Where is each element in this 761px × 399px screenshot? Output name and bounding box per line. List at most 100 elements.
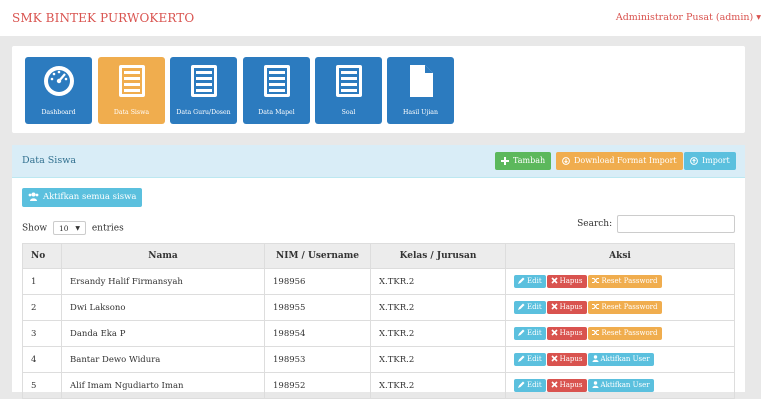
edit-label: Edit bbox=[527, 329, 542, 337]
import-label: Import bbox=[702, 156, 730, 165]
cell-kelas: X.TKR.2 bbox=[370, 372, 506, 399]
column-header-no[interactable]: No bbox=[22, 243, 62, 269]
close-icon bbox=[551, 329, 558, 336]
pencil-icon bbox=[518, 355, 525, 362]
close-icon bbox=[551, 381, 558, 388]
cell-aksi: Edit Hapus Reset Password bbox=[505, 320, 735, 347]
edit-button[interactable]: Edit bbox=[514, 353, 546, 366]
column-header-nama[interactable]: Nama bbox=[61, 243, 265, 269]
list-icon bbox=[336, 65, 362, 97]
cell-kelas: X.TKR.2 bbox=[370, 268, 506, 295]
random-icon bbox=[591, 277, 599, 284]
hapus-button[interactable]: Hapus bbox=[546, 275, 587, 288]
brand-title[interactable]: SMK BINTEK PURWOKERTO bbox=[12, 11, 194, 25]
download-circle-icon bbox=[562, 157, 570, 165]
cell-nim: 198956 bbox=[264, 268, 371, 295]
panel-title: Data Siswa bbox=[22, 155, 76, 166]
close-icon bbox=[551, 355, 558, 362]
cell-no: 4 bbox=[22, 346, 62, 373]
menu-panel: Dashboard Data Siswa Data Guru/Dosen Dat… bbox=[12, 46, 745, 133]
edit-button[interactable]: Edit bbox=[514, 327, 546, 340]
tambah-label: Tambah bbox=[513, 156, 546, 165]
column-header-nim[interactable]: NIM / Username bbox=[264, 243, 371, 269]
hapus-button[interactable]: Hapus bbox=[546, 353, 587, 366]
aktifkan-user-button[interactable]: Aktifkan User bbox=[587, 353, 654, 366]
tile-data-guru-dosen[interactable]: Data Guru/Dosen bbox=[170, 57, 237, 124]
user-menu[interactable]: Administrator Pusat (admin) ▾ bbox=[616, 12, 761, 23]
cell-nama: Danda Eka P bbox=[61, 320, 265, 347]
user-icon bbox=[592, 381, 599, 388]
tile-label: Data Guru/Dosen bbox=[176, 109, 231, 116]
cell-no: 1 bbox=[22, 268, 62, 295]
edit-button[interactable]: Edit bbox=[514, 379, 546, 392]
cell-aksi: Edit Hapus Reset Password bbox=[505, 294, 735, 321]
tile-label: Hasil Ujian bbox=[403, 109, 438, 116]
aktifkan-semua-siswa-button[interactable]: Aktifkan semua siswa bbox=[22, 188, 143, 207]
tambah-button[interactable]: Tambah bbox=[495, 152, 552, 170]
hapus-label: Hapus bbox=[559, 381, 583, 389]
pencil-icon bbox=[518, 277, 525, 284]
cell-nama: Alif Imam Ngudiarto Iman bbox=[61, 372, 265, 399]
pencil-icon bbox=[518, 329, 525, 336]
table-row: 4 Bantar Dewo Widura 198953 X.TKR.2 Edit… bbox=[22, 346, 735, 373]
tile-soal[interactable]: Soal bbox=[315, 57, 382, 124]
download-format-import-button[interactable]: Download Format Import bbox=[556, 152, 683, 170]
reset-password-button[interactable]: Reset Password bbox=[587, 327, 662, 340]
column-header-kelas[interactable]: Kelas / Jurusan bbox=[370, 243, 506, 269]
tile-data-siswa[interactable]: Data Siswa bbox=[98, 57, 165, 124]
edit-label: Edit bbox=[527, 277, 542, 285]
cell-aksi: Edit Hapus Reset Password bbox=[505, 268, 735, 295]
file-icon bbox=[410, 65, 433, 97]
users-icon bbox=[28, 192, 39, 201]
tile-dashboard[interactable]: Dashboard bbox=[25, 57, 92, 124]
table-header-row: No Nama NIM / Username Kelas / Jurusan A… bbox=[22, 243, 735, 269]
reset-password-button[interactable]: Reset Password bbox=[587, 275, 662, 288]
tile-hasil-ujian[interactable]: Hasil Ujian bbox=[387, 57, 454, 124]
column-header-aksi[interactable]: Aksi bbox=[505, 243, 735, 269]
entries-label: entries bbox=[91, 223, 124, 234]
hapus-label: Hapus bbox=[559, 277, 583, 285]
cell-nama: Bantar Dewo Widura bbox=[61, 346, 265, 373]
tile-label: Data Siswa bbox=[113, 109, 150, 116]
top-navbar: SMK BINTEK PURWOKERTO Administrator Pusa… bbox=[0, 0, 761, 36]
reset-password-label: Reset Password bbox=[601, 303, 658, 311]
cell-aksi: Edit Hapus Aktifkan User bbox=[505, 372, 735, 399]
cell-aksi: Edit Hapus Aktifkan User bbox=[505, 346, 735, 373]
table-row: 5 Alif Imam Ngudiarto Iman 198952 X.TKR.… bbox=[22, 372, 735, 399]
cell-no: 3 bbox=[22, 320, 62, 347]
tile-label: Soal bbox=[341, 109, 356, 116]
tile-data-mapel[interactable]: Data Mapel bbox=[243, 57, 310, 124]
hapus-label: Hapus bbox=[559, 355, 583, 363]
siswa-table: No Nama NIM / Username Kelas / Jurusan A… bbox=[22, 243, 735, 399]
cell-kelas: X.TKR.2 bbox=[370, 346, 506, 373]
list-icon bbox=[119, 65, 145, 97]
cell-nama: Dwi Laksono bbox=[61, 294, 265, 321]
random-icon bbox=[591, 329, 599, 336]
aktifkan-user-button[interactable]: Aktifkan User bbox=[587, 379, 654, 392]
hapus-button[interactable]: Hapus bbox=[546, 301, 587, 314]
search-input[interactable] bbox=[617, 215, 735, 233]
table-row: 3 Danda Eka P 198954 X.TKR.2 Edit Hapus Re… bbox=[22, 320, 735, 347]
user-icon bbox=[592, 355, 599, 362]
hapus-button[interactable]: Hapus bbox=[546, 327, 587, 340]
entries-select[interactable]: 10 ▼ bbox=[52, 221, 86, 235]
import-button[interactable]: Import bbox=[684, 152, 736, 170]
cell-kelas: X.TKR.2 bbox=[370, 294, 506, 321]
edit-button[interactable]: Edit bbox=[514, 275, 546, 288]
edit-button[interactable]: Edit bbox=[514, 301, 546, 314]
edit-label: Edit bbox=[527, 381, 542, 389]
cell-nim: 198952 bbox=[264, 372, 371, 399]
pencil-icon bbox=[518, 303, 525, 310]
cell-nim: 198955 bbox=[264, 294, 371, 321]
plus-icon bbox=[501, 157, 509, 165]
list-icon bbox=[264, 65, 290, 97]
length-control: Show 10 ▼ entries bbox=[22, 221, 124, 235]
upload-circle-icon bbox=[690, 157, 698, 165]
close-icon bbox=[551, 277, 558, 284]
table-row: 2 Dwi Laksono 198955 X.TKR.2 Edit Hapus Re… bbox=[22, 294, 735, 321]
cell-nama: Ersandy Halif Firmansyah bbox=[61, 268, 265, 295]
hapus-button[interactable]: Hapus bbox=[546, 379, 587, 392]
cell-no: 2 bbox=[22, 294, 62, 321]
reset-password-label: Reset Password bbox=[601, 329, 658, 337]
reset-password-button[interactable]: Reset Password bbox=[587, 301, 662, 314]
